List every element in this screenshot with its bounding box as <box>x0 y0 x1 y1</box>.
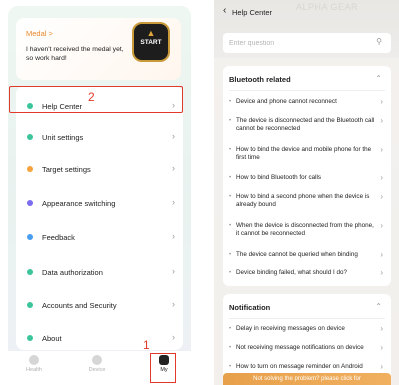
settings-menu: Help Center › Unit settings › Target set… <box>16 86 183 350</box>
menu-item-accounts-security[interactable]: Accounts and Security › <box>16 290 183 320</box>
bullet: • <box>229 193 232 200</box>
menu-item-label: Appearance switching <box>42 198 116 208</box>
bullet: • <box>229 222 232 229</box>
menu-item-about[interactable]: About › <box>16 323 183 353</box>
question-text: How to bind Bluetooth for calls <box>236 174 322 181</box>
bullet: • <box>229 98 232 105</box>
device-icon <box>92 355 102 365</box>
question-text: How to bind a second phone when the devi… <box>236 193 370 208</box>
medal-title[interactable]: Medal > <box>26 29 53 38</box>
faq-section-bluetooth: Bluetooth related ⌃ • Device and phone c… <box>223 66 391 286</box>
bullet: • <box>229 117 232 124</box>
chevron-right-icon: › <box>380 221 383 230</box>
section-title: Bluetooth related <box>229 75 291 84</box>
menu-item-label: Data authorization <box>42 267 103 277</box>
faq-section-notification: Notification ⌃ • Delay in receiving mess… <box>223 294 391 385</box>
medal-card[interactable]: Medal > I haven't received the medal yet… <box>16 18 181 80</box>
help-center-header: ‹ Help Center ALPHA GEAR ⚲ <box>214 0 399 58</box>
menu-item-appearance-switching[interactable]: Appearance switching › <box>16 188 183 218</box>
divider <box>229 90 385 91</box>
bullet: • <box>229 146 232 153</box>
help-center-highlight-box <box>9 86 183 113</box>
bullet: • <box>229 174 232 181</box>
chevron-right-icon: › <box>380 343 383 352</box>
chevron-right-icon: › <box>380 324 383 333</box>
watermark: ALPHA GEAR <box>296 2 359 12</box>
chevron-right-icon: › <box>380 116 383 125</box>
chevron-right-icon: › <box>172 163 175 173</box>
question-text: Delay in receiving messages on device <box>236 325 345 332</box>
not-solved-button[interactable]: Not solving the problem? please click fo… <box>223 373 391 385</box>
chevron-up-icon[interactable]: ⌃ <box>375 303 382 311</box>
appearance-icon <box>27 200 33 206</box>
question-text: The device cannot be queried when bindin… <box>236 251 358 258</box>
question-text: When the device is disconnected from the… <box>236 222 374 237</box>
chevron-right-icon: › <box>380 145 383 154</box>
menu-item-unit-settings[interactable]: Unit settings › <box>16 122 183 152</box>
question-text: How to turn on message reminder on Andro… <box>236 363 363 370</box>
menu-item-label: Feedback <box>42 232 75 242</box>
tab-label: Health <box>26 367 42 373</box>
question-text: The device is disconnected and the Bluet… <box>236 117 375 132</box>
menu-item-feedback[interactable]: Feedback › <box>16 222 183 252</box>
target-settings-icon <box>27 166 33 172</box>
tab-label: Device <box>88 367 106 373</box>
medal-description: I haven't received the medal yet, so wor… <box>26 46 124 62</box>
menu-item-data-authorization[interactable]: Data authorization › <box>16 257 183 287</box>
divider <box>229 318 385 319</box>
search-bar[interactable]: ⚲ <box>223 33 391 53</box>
bullet: • <box>229 325 232 332</box>
search-icon[interactable]: ⚲ <box>376 37 382 46</box>
tab-health[interactable]: Health <box>14 355 54 373</box>
step-1-annotation: 1 <box>143 338 150 352</box>
chevron-up-icon[interactable]: ⌃ <box>375 75 382 83</box>
chevron-right-icon: › <box>380 268 383 277</box>
unit-settings-icon <box>27 134 33 140</box>
bullet: • <box>229 269 232 276</box>
chevron-right-icon: › <box>172 131 175 141</box>
feedback-icon <box>27 234 33 240</box>
menu-item-label: About <box>42 333 62 343</box>
about-icon <box>27 335 33 341</box>
menu-item-target-settings[interactable]: Target settings › <box>16 154 183 184</box>
chevron-right-icon: › <box>380 192 383 201</box>
question-text: Not receiving message notifications on d… <box>236 344 364 351</box>
tab-device[interactable]: Device <box>77 355 117 373</box>
bullet: • <box>229 363 232 370</box>
runner-icon: ▲ <box>146 28 156 38</box>
menu-item-label: Target settings <box>42 164 91 174</box>
bullet: • <box>229 251 232 258</box>
medal-badge-text: START <box>140 39 162 46</box>
help-center-screen: ‹ Help Center ALPHA GEAR ⚲ Bluetooth rel… <box>214 0 399 385</box>
health-icon <box>29 355 39 365</box>
chevron-right-icon: › <box>172 299 175 309</box>
bullet: • <box>229 344 232 351</box>
chevron-right-icon: › <box>380 250 383 259</box>
menu-item-label: Unit settings <box>42 132 84 142</box>
chevron-right-icon: › <box>380 97 383 106</box>
start-medal-badge: ▲ START <box>132 22 170 62</box>
back-arrow-icon[interactable]: ‹ <box>223 6 226 16</box>
chevron-right-icon: › <box>380 173 383 182</box>
chevron-right-icon: › <box>172 231 175 241</box>
question-text: Device and phone cannot reconnect <box>236 98 337 105</box>
section-title: Notification <box>229 303 271 312</box>
accounts-security-icon <box>27 302 33 308</box>
chevron-right-icon: › <box>172 332 175 342</box>
step-2-annotation: 2 <box>88 90 95 104</box>
data-authorization-icon <box>27 269 33 275</box>
page-title: Help Center <box>232 8 273 17</box>
question-text: How to bind the device and mobile phone … <box>236 146 372 161</box>
chevron-right-icon: › <box>172 266 175 276</box>
menu-item-label: Accounts and Security <box>42 300 117 310</box>
search-input[interactable] <box>229 37 369 49</box>
question-text: Device binding failed, what should I do? <box>236 269 347 276</box>
my-tab-highlight-box <box>150 353 176 383</box>
my-screen: Medal > I haven't received the medal yet… <box>8 6 191 383</box>
chevron-right-icon: › <box>172 197 175 207</box>
chevron-right-icon: › <box>380 362 383 371</box>
